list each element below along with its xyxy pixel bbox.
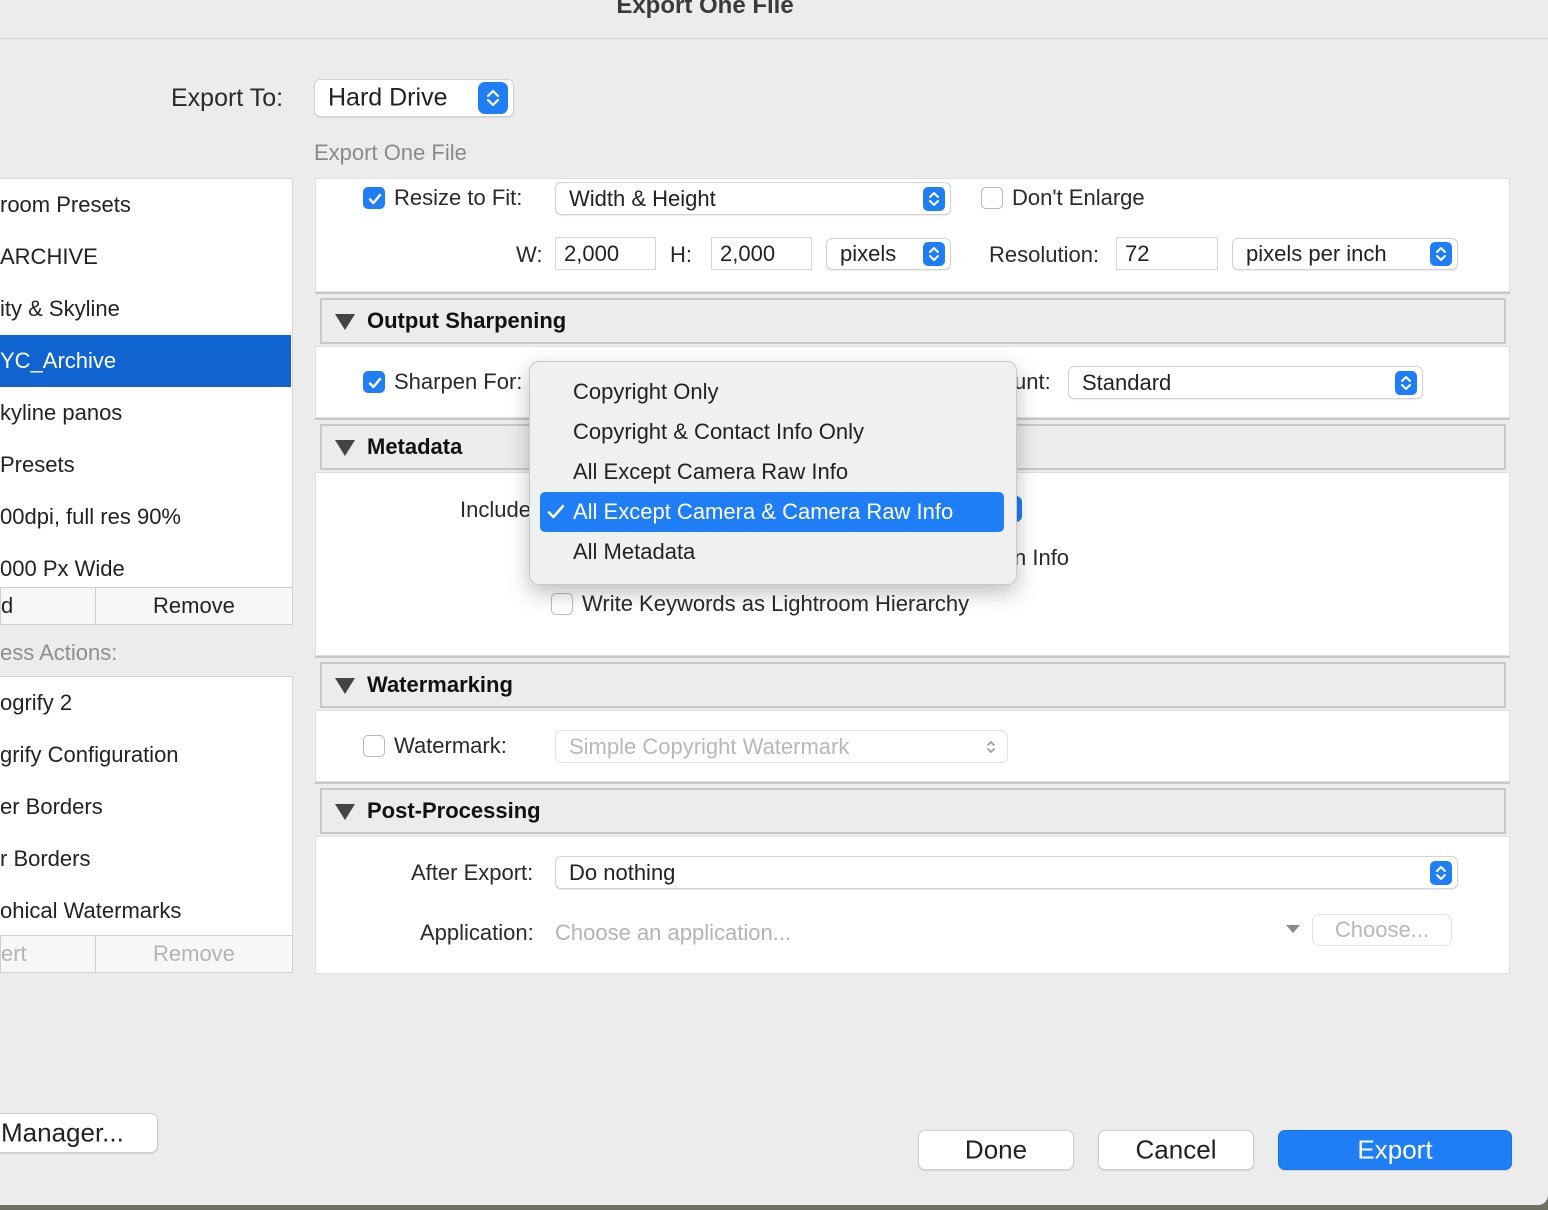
watermarking-header[interactable]: Watermarking [320,662,1506,708]
metadata-include-menu: Copyright Only Copyright & Contact Info … [529,361,1017,585]
cancel-button[interactable]: Cancel [1098,1130,1254,1170]
remove-preset-button[interactable]: Remove [95,587,293,625]
disclosure-triangle-icon [335,440,355,456]
amount-value: Standard [1082,369,1172,395]
post-actions-label: ess Actions: [0,640,118,665]
list-item[interactable]: 00dpi, full res 90% [0,491,291,543]
preset-list[interactable]: room Presets ARCHIVE ity & Skyline YC_Ar… [0,178,293,588]
resize-label: Resize to Fit: [394,185,523,210]
list-item[interactable]: ohical Watermarks [0,885,291,937]
list-item[interactable]: room Presets [0,179,291,231]
list-item[interactable]: ARCHIVE [0,231,291,283]
section-title: Post-Processing [367,798,541,823]
list-item[interactable]: ity & Skyline [0,283,291,335]
export-dialog: Export One File Export To: Hard Drive Ex… [0,0,1548,1205]
width-label: W: [516,242,543,267]
disclosure-triangle-icon [335,678,355,694]
list-item[interactable]: er Borders [0,781,291,833]
chevron-updown-icon [1430,860,1452,885]
post-processing-header[interactable]: Post-Processing [320,788,1506,834]
resolution-field[interactable]: 72 [1116,237,1218,270]
after-export-value: Do nothing [569,859,676,885]
size-units-select[interactable]: pixels [826,238,951,270]
width-field[interactable]: 2,000 [555,237,656,270]
add-preset-button[interactable]: d [0,587,96,625]
divider [315,782,1510,784]
section-title: Watermarking [367,672,513,697]
chevron-updown-icon [1430,242,1452,266]
choose-application-button[interactable]: Choose... [1312,914,1452,946]
export-to-select[interactable]: Hard Drive [314,79,514,117]
chevron-updown-icon [923,186,945,211]
export-to-value: Hard Drive [328,83,448,112]
application-combo[interactable]: Choose an application... [555,920,791,946]
dont-enlarge-label: Don't Enlarge [1012,185,1145,210]
watermark-label: Watermark: [394,733,507,758]
preset-manager-button[interactable]: Manager... [0,1113,158,1153]
application-label: Application: [420,920,534,945]
disclosure-triangle-icon [335,314,355,330]
list-item[interactable]: Presets [0,439,291,491]
amount-select[interactable]: Standard [1068,366,1423,399]
resolution-units-value: pixels per inch [1246,241,1387,266]
write-keywords-checkbox[interactable] [551,593,573,615]
metadata-option-label: n Info [1014,545,1070,570]
checkmark-icon [368,193,382,205]
divider [315,292,1510,294]
menu-item[interactable]: All Metadata [540,532,1004,572]
sharpen-label: Sharpen For: [394,369,523,394]
height-label: H: [670,242,692,267]
done-button[interactable]: Done [918,1130,1074,1170]
after-export-select[interactable]: Do nothing [555,856,1458,889]
chevron-updown-icon [478,82,508,114]
dont-enlarge-checkbox[interactable] [981,187,1003,209]
remove-action-button[interactable]: Remove [95,935,293,973]
title-bar: Export One File [0,0,1548,39]
list-item[interactable]: ogrify 2 [0,677,291,729]
after-export-label: After Export: [411,860,534,885]
chevron-updown-icon [1395,370,1417,395]
menu-item-selected[interactable]: All Except Camera & Camera Raw Info [540,492,1004,532]
output-sharpening-header[interactable]: Output Sharpening [320,298,1506,344]
checkmark-icon [368,377,382,389]
chevron-updown-icon [923,242,945,266]
dropdown-arrow-icon[interactable] [1285,924,1301,934]
post-actions-list[interactable]: ogrify 2 grify Configuration er Borders … [0,676,293,936]
sharpen-checkbox[interactable] [363,371,385,393]
watermark-select[interactable]: Simple Copyright Watermark [555,730,1008,763]
resize-mode-select[interactable]: Width & Height [555,182,951,215]
list-item[interactable]: kyline panos [0,387,291,439]
section-title: Output Sharpening [367,308,567,333]
divider [315,656,1510,658]
include-label: Include [460,497,531,522]
menu-item[interactable]: Copyright Only [540,372,1004,412]
section-title: Metadata [367,434,463,459]
chevron-updown-icon [980,735,1002,759]
menu-item[interactable]: All Except Camera Raw Info [540,452,1004,492]
write-keywords-label: Write Keywords as Lightroom Hierarchy [582,591,970,616]
menu-item[interactable]: Copyright & Contact Info Only [540,412,1004,452]
watermark-value: Simple Copyright Watermark [569,733,850,759]
size-units-value: pixels [840,241,897,266]
insert-action-button[interactable]: ert [0,935,96,973]
resize-checkbox[interactable] [363,187,385,209]
amount-label: unt: [1014,369,1051,394]
resolution-units-select[interactable]: pixels per inch [1232,238,1458,270]
export-button[interactable]: Export [1278,1130,1512,1170]
window-title: Export One File [616,0,794,19]
watermark-checkbox[interactable] [363,735,385,757]
checkmark-icon [547,504,565,519]
resize-mode-value: Width & Height [569,185,716,211]
export-to-label: Export To: [171,84,284,112]
disclosure-triangle-icon [335,804,355,820]
list-item[interactable]: r Borders [0,833,291,885]
preset-name-label: Export One File [314,140,467,165]
height-field[interactable]: 2,000 [711,237,812,270]
list-item[interactable]: grify Configuration [0,729,291,781]
resolution-label: Resolution: [989,242,1100,267]
list-item-selected[interactable]: YC_Archive [0,335,291,387]
